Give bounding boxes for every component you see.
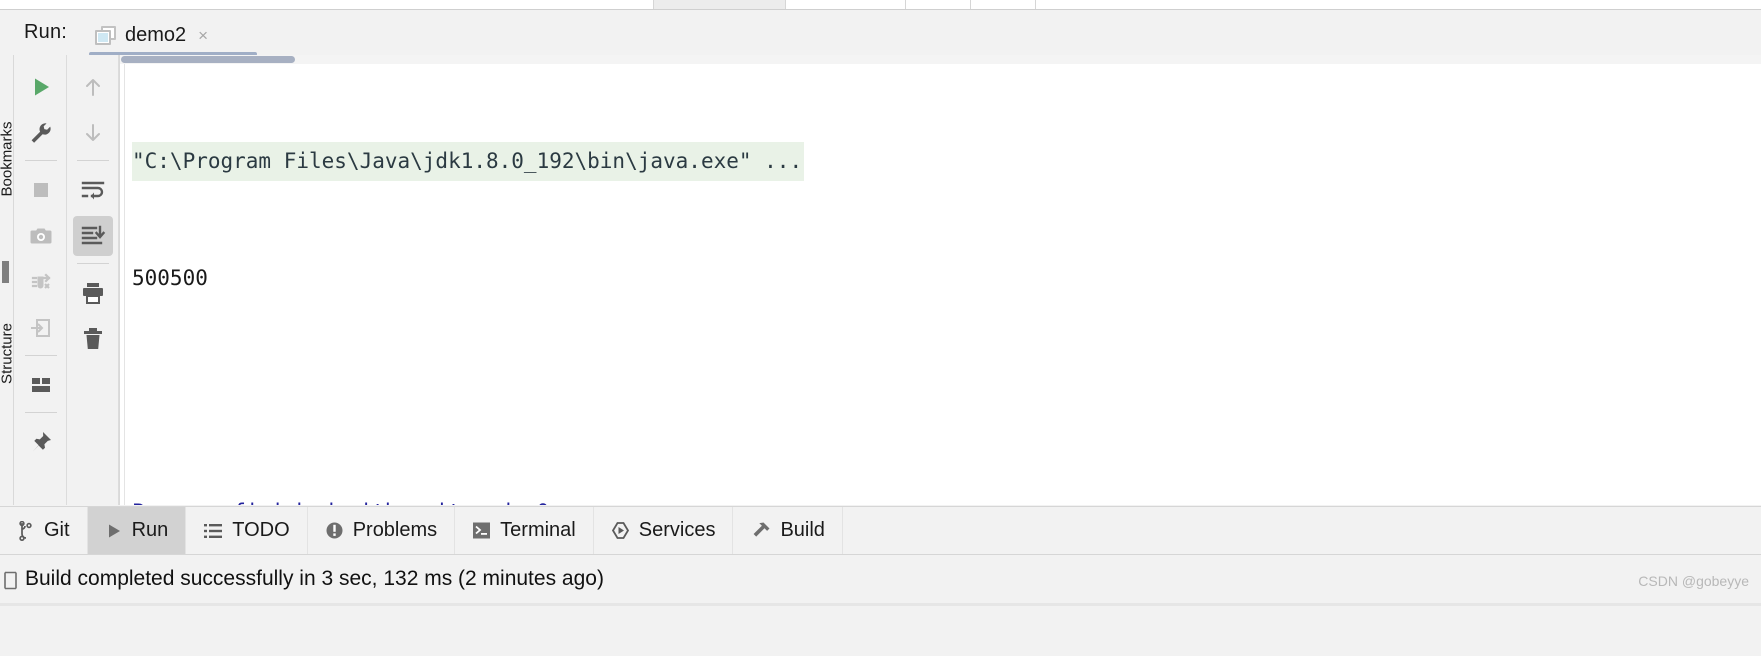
editor-tab[interactable] (971, 0, 1036, 9)
rerun-failed-tests-button[interactable] (21, 262, 61, 302)
tab-bar-filler (843, 507, 1761, 554)
previous-occurrence-button[interactable] (73, 67, 113, 107)
run-configuration-tab-demo2[interactable]: demo2 × (87, 15, 218, 55)
status-bar: Build completed successfully in 3 sec, 1… (0, 554, 1761, 656)
list-icon (203, 522, 223, 540)
tab-problems[interactable]: Problems (308, 507, 456, 554)
watermark: CSDN @gobeyye (1638, 573, 1749, 589)
wrench-icon (29, 121, 53, 145)
editor-tabstrip (0, 0, 1761, 9)
scroll-to-end-icon (80, 223, 106, 249)
editor-tab[interactable] (786, 0, 906, 9)
git-branch-icon (17, 520, 35, 541)
console-toolbar (67, 55, 119, 505)
toolbar-separator (76, 263, 109, 264)
next-occurrence-button[interactable] (73, 113, 113, 153)
status-bar-divider (0, 603, 1761, 606)
status-message: Build completed successfully in 3 sec, 1… (25, 567, 604, 590)
left-edge-stripe: Bookmarks Structure (0, 55, 14, 505)
editor-tab-active[interactable] (654, 0, 786, 9)
tab-build-label: Build (780, 519, 825, 541)
console-command-line: "C:\Program Files\Java\jdk1.8.0_192\bin\… (132, 142, 805, 181)
soft-wrap-icon (80, 177, 106, 203)
console-window-icon (95, 25, 116, 45)
layout-icon (29, 373, 53, 397)
editor-tab[interactable] (906, 0, 971, 9)
attach-process-button[interactable] (21, 308, 61, 348)
console-horizontal-scrollbar[interactable] (120, 55, 1761, 64)
scroll-to-end-button[interactable] (72, 216, 113, 256)
tab-git[interactable]: Git (0, 507, 88, 554)
build-status-icon (2, 571, 19, 590)
printer-icon (80, 280, 106, 306)
clear-all-button[interactable] (73, 319, 113, 359)
toolbar-separator (24, 355, 57, 356)
scrollbar-thumb[interactable] (121, 56, 295, 63)
pin-icon (29, 430, 53, 454)
hammer-icon (750, 521, 771, 540)
run-tool-window-header: Run: demo2 × (0, 10, 1761, 56)
tab-terminal[interactable]: Terminal (455, 507, 594, 554)
arrow-up-icon (81, 75, 105, 99)
run-toolbar (15, 55, 67, 505)
tab-todo[interactable]: TODO (186, 507, 308, 554)
rerun-button[interactable] (21, 67, 61, 107)
services-icon (611, 521, 630, 540)
layout-settings-button[interactable] (21, 365, 61, 405)
play-icon (29, 75, 53, 99)
stop-icon (29, 178, 53, 202)
editor-tab[interactable] (0, 0, 654, 9)
tab-terminal-label: Terminal (500, 519, 576, 541)
tab-todo-label: TODO (232, 519, 290, 541)
tab-services[interactable]: Services (594, 507, 734, 554)
idea-run-tool-window: Run: demo2 × Bookmarks Structure "C:\Pro… (0, 0, 1761, 656)
structure-stripe-button[interactable]: Structure (0, 321, 13, 387)
screenshot-button[interactable] (21, 216, 61, 256)
pin-tab-button[interactable] (21, 422, 61, 462)
camera-icon (29, 224, 53, 248)
editor-tabstrip-filler (1036, 0, 1761, 9)
run-tab-title: demo2 (125, 23, 187, 46)
play-icon (105, 522, 123, 540)
tab-run[interactable]: Run (87, 507, 187, 554)
run-label: Run: (24, 21, 68, 43)
tab-build[interactable]: Build (733, 507, 843, 554)
tab-services-label: Services (638, 519, 716, 541)
toolbar-separator (76, 160, 109, 161)
arrow-down-icon (81, 121, 105, 145)
debug-rerun-icon (29, 270, 53, 294)
print-button[interactable] (73, 273, 113, 313)
tab-problems-label: Problems (352, 519, 438, 541)
tab-git-label: Git (44, 519, 70, 541)
close-icon[interactable]: × (198, 27, 208, 44)
soft-wrap-button[interactable] (73, 170, 113, 210)
arrow-into-box-icon (29, 316, 53, 340)
edit-configuration-button[interactable] (21, 113, 61, 153)
terminal-icon (472, 521, 491, 540)
trash-icon (80, 326, 106, 352)
console-text: "C:\Program Files\Java\jdk1.8.0_192\bin\… (132, 64, 1761, 505)
toolbar-separator (24, 160, 57, 161)
console-line: "C:\Program Files\Java\jdk1.8.0_192\bin\… (132, 142, 1761, 181)
console-output-line: 500500 (132, 266, 208, 290)
console-output-panel[interactable]: "C:\Program Files\Java\jdk1.8.0_192\bin\… (119, 55, 1761, 505)
stop-button[interactable] (21, 170, 61, 210)
exclamation-circle-icon (325, 521, 344, 540)
tool-window-tab-bar: Git Run TODO Problems Terminal Services … (0, 506, 1761, 554)
tab-run-label: Run (131, 519, 169, 541)
console-exit-line: Process finished with exit code 0 (132, 493, 1761, 505)
toolbar-separator (24, 412, 57, 413)
console-gutter (120, 64, 125, 505)
stripe-drag-handle[interactable] (2, 261, 9, 283)
bookmarks-stripe-button[interactable]: Bookmarks (0, 121, 13, 196)
